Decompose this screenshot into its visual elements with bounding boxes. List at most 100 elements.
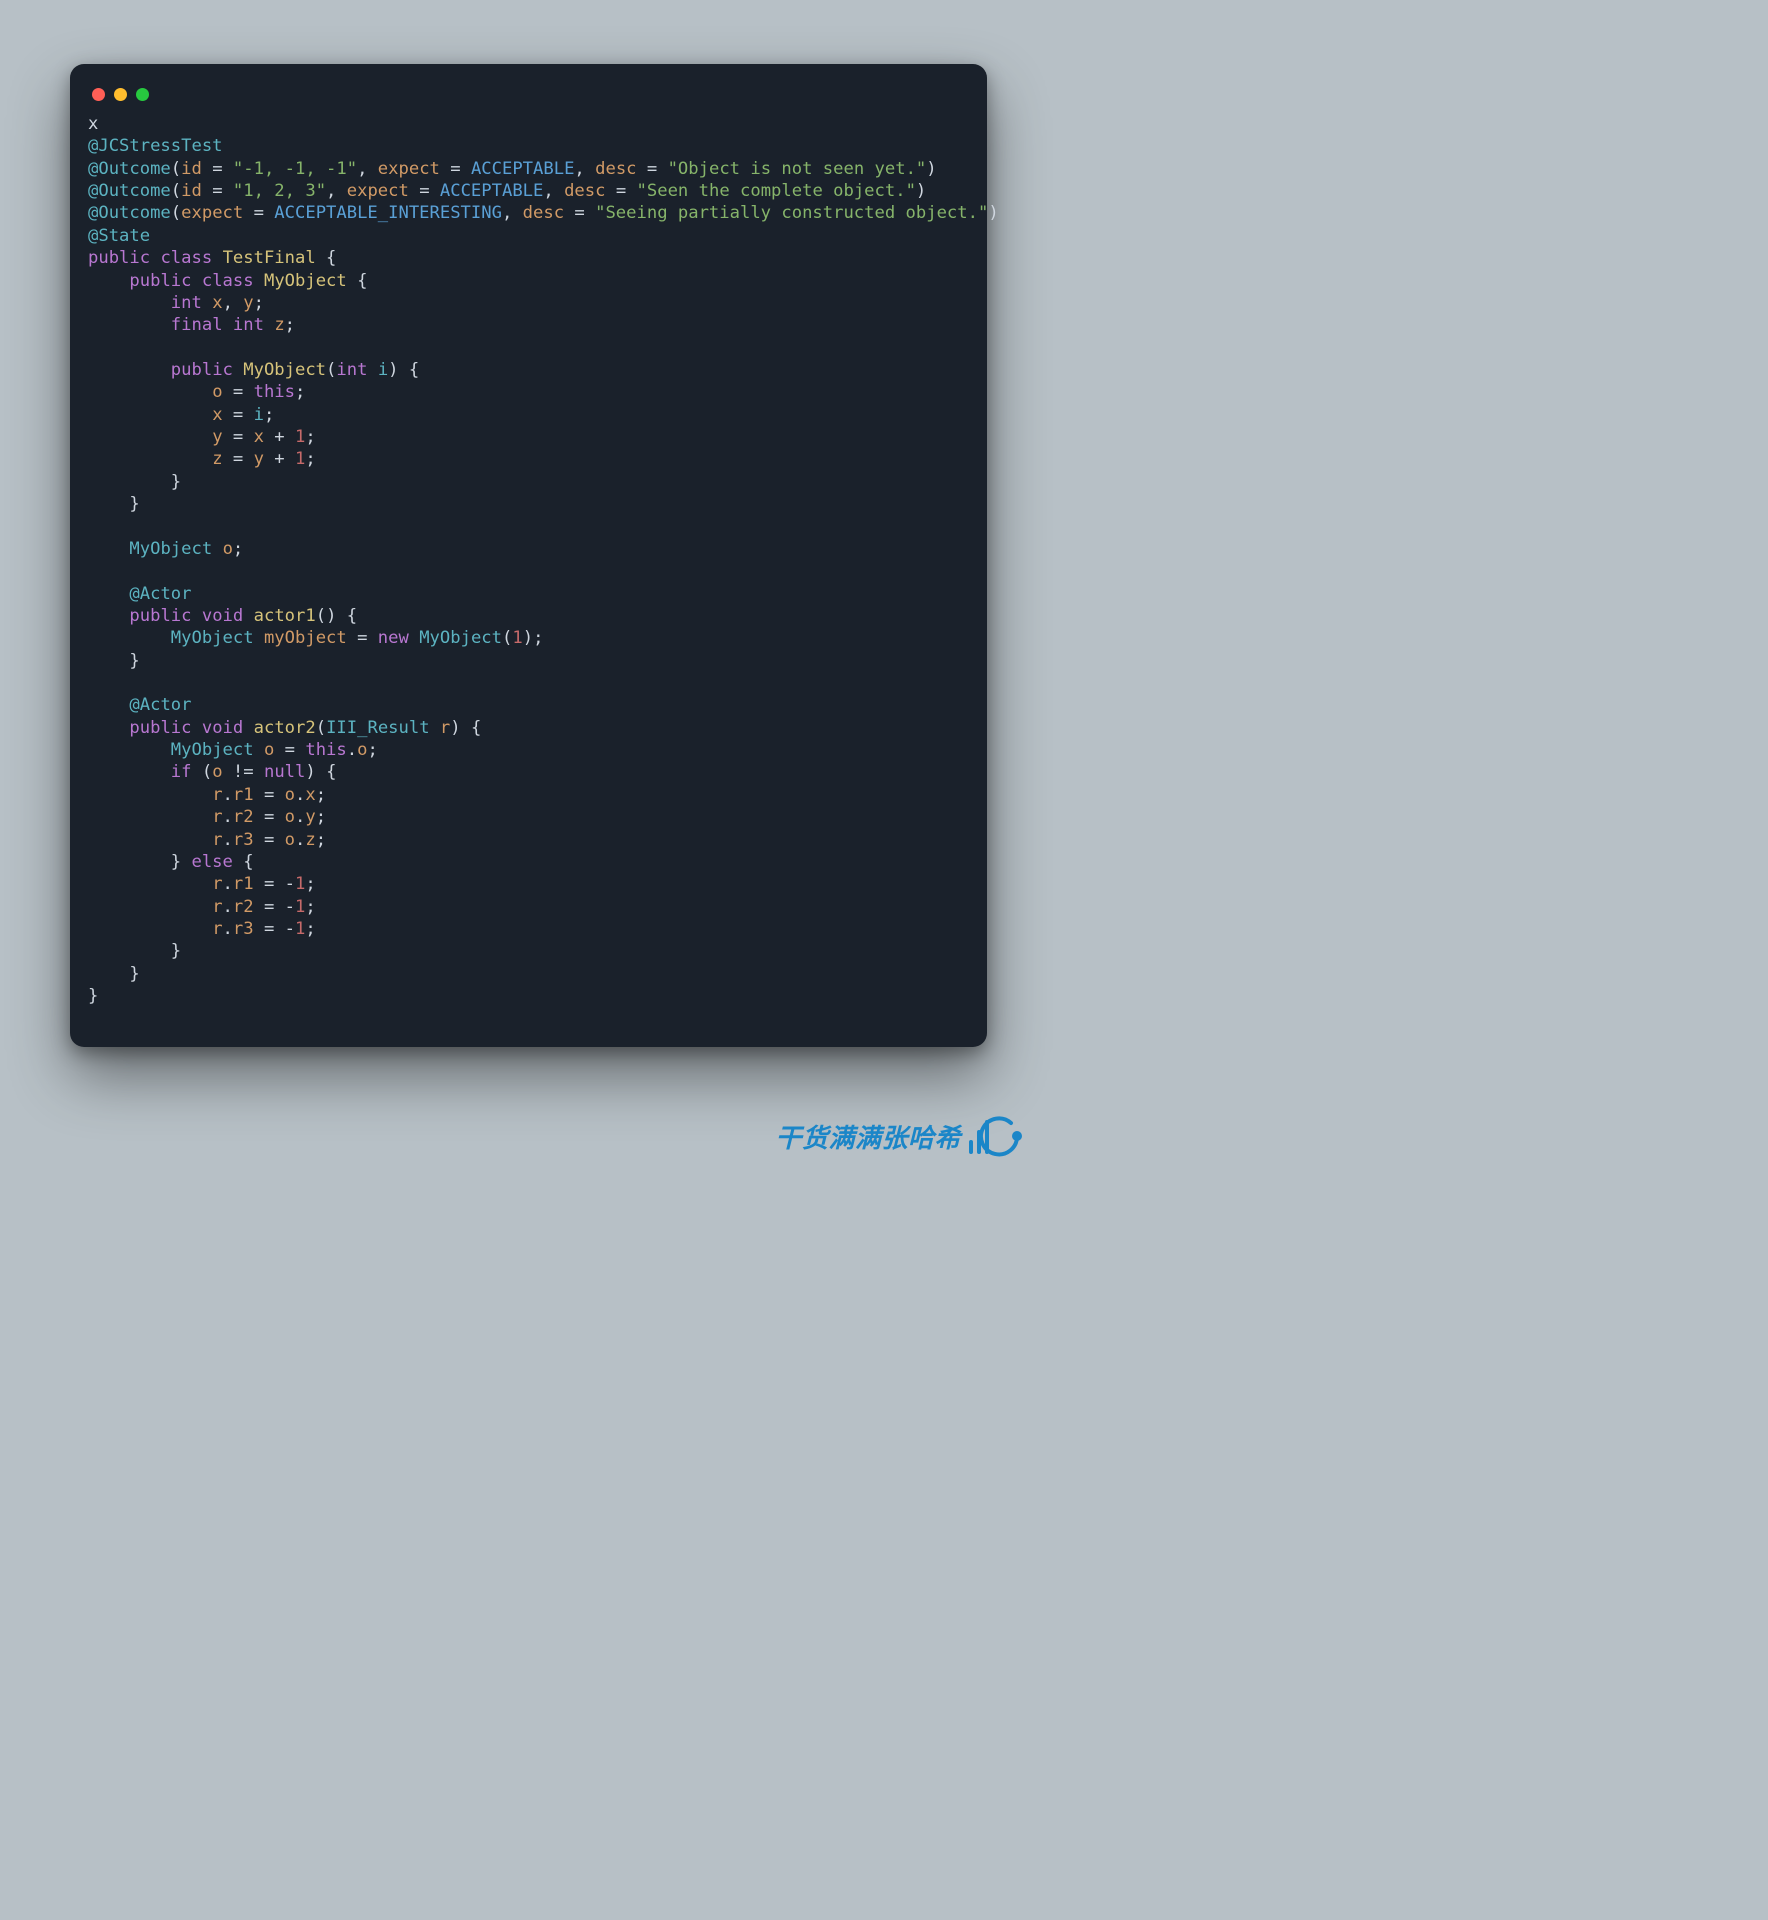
code-token: public [88,248,150,268]
code-token: ( [316,718,326,738]
code-token: . [223,830,233,850]
code-token [88,382,212,402]
code-token: new [378,628,409,648]
code-token: ( [192,762,213,782]
code-token: { [316,248,337,268]
code-token: ) { [305,762,336,782]
code-token [88,293,171,313]
code-token [202,293,212,313]
code-token: else [191,852,232,872]
code-token [88,628,171,648]
code-token: ; [233,539,243,559]
code-token [88,606,129,626]
close-icon[interactable] [92,88,105,101]
code-token: x [254,427,264,447]
code-token: = [202,181,233,201]
code-token: ; [305,919,315,939]
code-token: = [243,203,274,223]
code-token: . [347,740,357,760]
code-token: ; [305,874,315,894]
code-token [88,405,212,425]
code-token: r1 [233,785,254,805]
code-token: MyObject [419,628,502,648]
code-token: ; [316,807,326,827]
code-token [88,718,129,738]
code-token: actor1 [254,606,316,626]
code-token: , [357,159,378,179]
code-token: ); [523,628,544,648]
code-token [88,427,212,447]
code-token: MyObject [243,360,326,380]
code-token: o [357,740,367,760]
code-token: ) { [388,360,419,380]
code-token: ) [926,159,936,179]
code-token: 1 [295,427,305,447]
code-token: class [160,248,212,268]
code-token [88,695,129,715]
code-token: TestFinal [223,248,316,268]
code-token: { [347,271,368,291]
code-token: myObject [264,628,347,648]
code-token: 1 [512,628,522,648]
code-token: "Object is not seen yet." [668,159,927,179]
code-token: ; [264,405,274,425]
code-token [233,360,243,380]
code-token: @Outcome [88,203,171,223]
code-token: this [305,740,346,760]
code-token: } [88,852,191,872]
code-token: final [171,315,223,335]
code-token: ; [295,382,305,402]
code-token [409,628,419,648]
code-token: z [274,315,284,335]
code-token [192,606,202,626]
zoom-icon[interactable] [136,88,149,101]
code-token: desc [595,159,636,179]
code-token [254,628,264,648]
code-token: ; [305,449,315,469]
code-token [243,718,253,738]
code-token: ) [988,203,998,223]
code-token [223,315,233,335]
code-token: int [336,360,367,380]
code-token [243,606,253,626]
code-token: = [605,181,636,201]
minimize-icon[interactable] [114,88,127,101]
code-token: x [88,114,98,134]
code-token: ( [502,628,512,648]
code-token: ACCEPTABLE [440,181,543,201]
code-token: public [129,718,191,738]
code-token: r [212,785,222,805]
code-token: = [409,181,440,201]
code-token: public [129,271,191,291]
code-token: desc [523,203,564,223]
code-token: = [254,807,285,827]
code-token [88,762,171,782]
code-token: expect [181,203,243,223]
code-token: = [347,628,378,648]
code-token [192,718,202,738]
window-traffic-lights [88,82,969,105]
code-token: = - [254,874,295,894]
code-token: z [305,830,315,850]
code-token: @State [88,226,150,246]
code-token [430,718,440,738]
code-token: , [223,293,244,313]
code-token: z [212,449,222,469]
code-token: o [285,807,295,827]
code-token: . [295,830,305,850]
watermark-logo-icon [967,1112,1037,1160]
code-token: = [254,785,285,805]
code-token: expect [378,159,440,179]
code-token: public [171,360,233,380]
code-token: MyObject [171,628,254,648]
code-token [212,248,222,268]
code-token [88,584,129,604]
code-token: y [212,427,222,447]
code-token: = - [254,919,295,939]
code-token: @Actor [129,584,191,604]
code-token: ( [171,181,181,201]
code-token: . [223,807,233,827]
code-token: r2 [233,897,254,917]
code-token: = [274,740,305,760]
code-token: r [212,830,222,850]
